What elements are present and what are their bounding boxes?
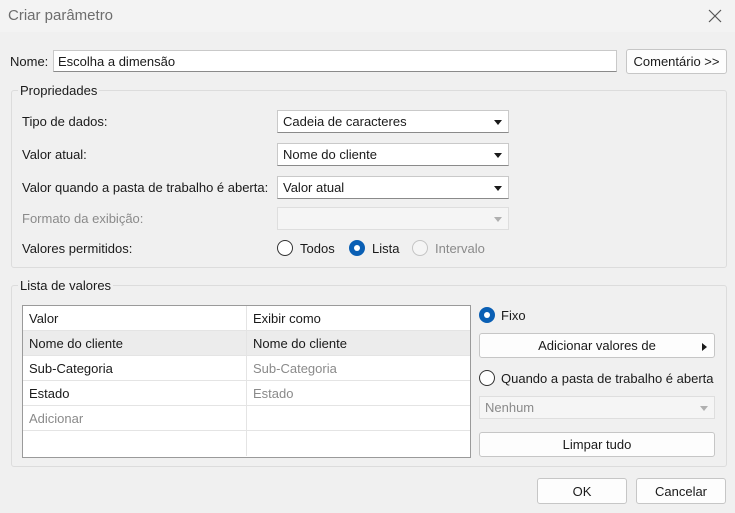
- column-header-exibir: Exibir como: [253, 311, 321, 326]
- table-add-row[interactable]: Adicionar: [23, 406, 470, 431]
- comment-button[interactable]: Comentário >>: [626, 49, 727, 74]
- workbook-open-select[interactable]: Valor atual: [277, 176, 509, 199]
- row-value-empty: [23, 431, 247, 456]
- workbook-open-value: Valor atual: [283, 180, 345, 195]
- allowed-lista-label: Lista: [372, 241, 400, 256]
- when-open-select: Nenhum: [479, 396, 715, 419]
- chevron-down-icon: [494, 153, 502, 158]
- display-format-label: Formato da exibição:: [22, 211, 144, 226]
- fixed-radio[interactable]: [479, 307, 495, 323]
- row-display: Estado: [253, 386, 294, 401]
- data-type-label: Tipo de dados:: [22, 114, 108, 129]
- allowed-values-label: Valores permitidos:: [22, 241, 133, 256]
- cancel-button[interactable]: Cancelar: [636, 478, 726, 504]
- row-display-empty: [247, 431, 470, 456]
- chevron-down-icon: [494, 217, 502, 222]
- ok-button[interactable]: OK: [537, 478, 627, 504]
- chevron-down-icon: [494, 186, 502, 191]
- allowed-todos-label: Todos: [300, 241, 335, 256]
- display-format-select: [277, 207, 509, 230]
- allowed-todos-radio[interactable]: [277, 240, 293, 256]
- list-group-title: Lista de valores: [18, 278, 114, 294]
- data-type-select[interactable]: Cadeia de caracteres: [277, 110, 509, 133]
- add-value-placeholder: Adicionar: [23, 406, 247, 431]
- current-value-select[interactable]: Nome do cliente: [277, 143, 509, 166]
- title-bar: Criar parâmetro: [0, 0, 735, 32]
- row-value: Sub-Categoria: [23, 356, 247, 381]
- current-value-label: Valor atual:: [22, 147, 87, 162]
- table-empty-row: [23, 431, 470, 456]
- close-icon: [708, 9, 722, 23]
- row-value: Nome do cliente: [23, 331, 247, 356]
- fixed-label: Fixo: [501, 308, 526, 323]
- table-row[interactable]: Estado Estado: [23, 381, 470, 406]
- when-open-label: Quando a pasta de trabalho é aberta: [501, 371, 714, 386]
- when-open-select-value: Nenhum: [485, 400, 535, 415]
- table-row[interactable]: Sub-Categoria Sub-Categoria: [23, 356, 470, 381]
- row-display-empty: [247, 406, 470, 431]
- name-input[interactable]: [53, 50, 617, 72]
- table-row[interactable]: Nome do cliente Nome do cliente: [23, 331, 470, 356]
- dialog-title: Criar parâmetro: [8, 7, 114, 24]
- add-values-label: Adicionar valores de: [538, 338, 656, 353]
- close-button[interactable]: [701, 4, 729, 28]
- chevron-down-icon: [494, 120, 502, 125]
- name-label: Nome:: [10, 54, 49, 69]
- table-header: Valor Exibir como: [23, 306, 470, 331]
- properties-group-title: Propriedades: [18, 83, 100, 99]
- current-value-value: Nome do cliente: [283, 147, 377, 162]
- allowed-intervalo-radio: [412, 240, 428, 256]
- column-header-valor: Valor: [23, 306, 247, 331]
- values-table: Valor Exibir como Nome do cliente Nome d…: [22, 305, 471, 458]
- add-values-button[interactable]: Adicionar valores de: [479, 333, 715, 358]
- allowed-lista-radio[interactable]: [349, 240, 365, 256]
- row-display: Sub-Categoria: [253, 361, 337, 376]
- clear-all-button[interactable]: Limpar tudo: [479, 432, 715, 457]
- chevron-down-icon: [700, 406, 708, 411]
- row-value: Estado: [23, 381, 247, 406]
- chevron-right-icon: [702, 343, 707, 351]
- when-open-radio[interactable]: [479, 370, 495, 386]
- allowed-intervalo-label: Intervalo: [435, 241, 485, 256]
- workbook-open-label: Valor quando a pasta de trabalho é abert…: [22, 180, 269, 195]
- row-display: Nome do cliente: [253, 336, 347, 351]
- data-type-value: Cadeia de caracteres: [283, 114, 407, 129]
